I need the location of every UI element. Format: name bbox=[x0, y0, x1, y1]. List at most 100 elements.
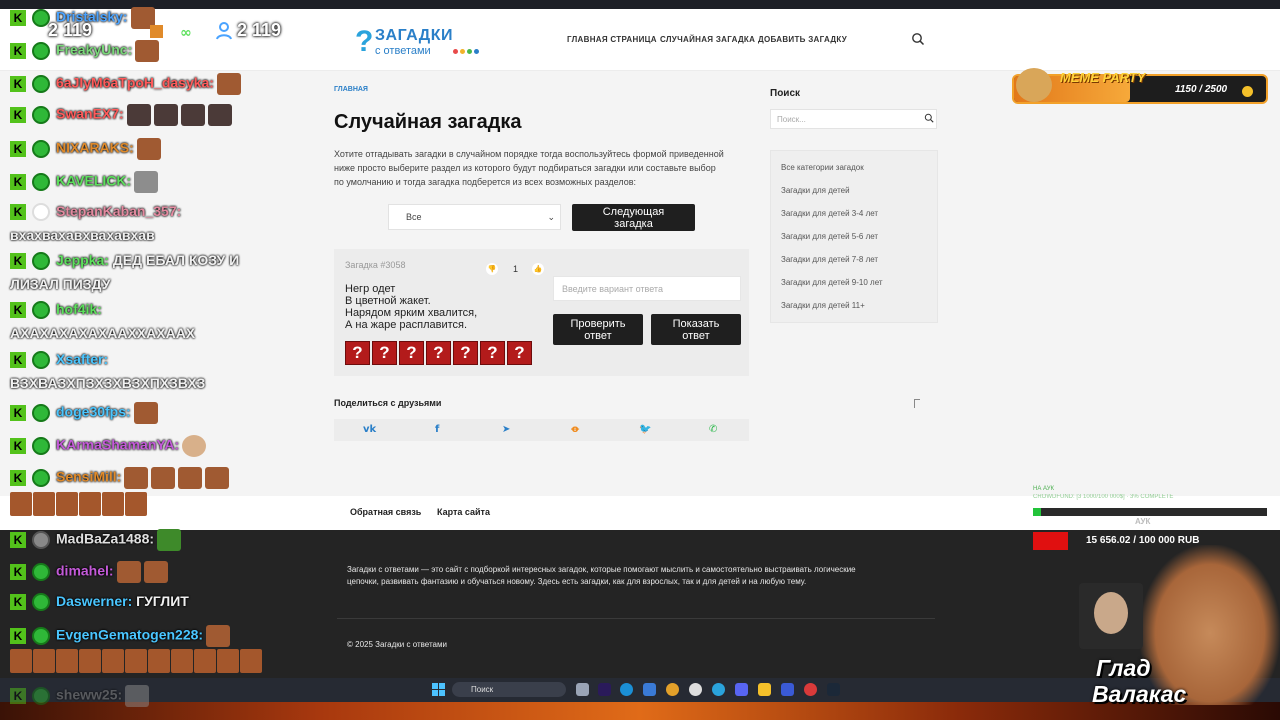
odnoklassniki-icon[interactable]: ꝋ bbox=[571, 424, 579, 435]
sidebar-item-kids-5-6[interactable]: Загадки для детей 5-6 лет bbox=[781, 232, 878, 241]
whatsapp-icon[interactable]: ✆ bbox=[709, 424, 717, 435]
chat-username[interactable]: hof4ik: bbox=[56, 301, 102, 317]
kick-badge-icon: K bbox=[10, 594, 26, 611]
chat-username[interactable]: KAVELICK: bbox=[56, 173, 131, 189]
emote-icon bbox=[102, 649, 124, 673]
sidebar-search-input[interactable]: Поиск... bbox=[770, 109, 937, 129]
task-view-icon[interactable] bbox=[576, 683, 589, 696]
intro-text: Хотите отгадывать загадки в случайном по… bbox=[334, 147, 752, 189]
avatar bbox=[32, 203, 50, 222]
chat-username[interactable]: MadBaZa1488: bbox=[56, 531, 154, 547]
chat-username[interactable]: Xsafter: bbox=[56, 351, 108, 367]
subscriber-badge-icon bbox=[32, 469, 50, 487]
chat-username[interactable]: NIXARAKS: bbox=[56, 140, 134, 156]
chat-username[interactable]: FreakyUnc: bbox=[56, 42, 132, 58]
show-answer-button-label: Показать bbox=[672, 317, 720, 330]
kick-badge-icon: K bbox=[10, 688, 26, 704]
infinity-icon: ∞ bbox=[180, 25, 192, 41]
hidden-letter: ? bbox=[345, 341, 370, 365]
twitter-icon[interactable]: 🐦 bbox=[639, 424, 651, 435]
emote-icon bbox=[216, 73, 241, 95]
chevron-down-icon: ⌄ bbox=[547, 213, 555, 223]
vk-icon[interactable]: vk bbox=[363, 424, 376, 435]
footer-description-line: Загадки с ответами — это сайт с подборко… bbox=[347, 565, 856, 574]
sidebar-item-kids-3-4[interactable]: Загадки для детей 3-4 лет bbox=[781, 209, 878, 218]
chat-username[interactable]: Daswerner: bbox=[56, 593, 132, 609]
obs-icon[interactable] bbox=[689, 683, 702, 696]
discord-icon[interactable] bbox=[735, 683, 748, 696]
chat-username[interactable]: StepanKaban_357: bbox=[56, 203, 181, 219]
show-answer-button[interactable]: Показать ответ bbox=[651, 314, 741, 345]
donation-red-block bbox=[1033, 532, 1068, 550]
footer-link-sitemap[interactable]: Карта сайта bbox=[437, 507, 490, 517]
sidebar-item-kids-11[interactable]: Загадки для детей 11+ bbox=[781, 301, 865, 310]
windows-start-icon[interactable] bbox=[432, 683, 445, 696]
emote-icon bbox=[151, 467, 176, 489]
premiere-icon[interactable] bbox=[598, 683, 611, 696]
thumbs-down-icon[interactable]: 👎 bbox=[486, 263, 498, 275]
emote-icon bbox=[194, 649, 216, 673]
chat-message: K Daswerner: ГУГЛИТ bbox=[10, 593, 189, 612]
category-select-value: Все bbox=[406, 212, 422, 222]
app-icon[interactable] bbox=[804, 683, 817, 696]
media-player-icon[interactable] bbox=[781, 683, 794, 696]
chat-message: K StepanKaban_357: bbox=[10, 203, 181, 222]
chat-username[interactable]: sheww25: bbox=[56, 687, 122, 703]
riddle-text-line: Негр одет bbox=[345, 283, 396, 295]
emote-icon bbox=[180, 104, 205, 126]
nav-add-riddle[interactable]: ДОБАВИТЬ ЗАГАДКУ bbox=[758, 35, 847, 44]
chrome-icon[interactable] bbox=[666, 683, 679, 696]
channel-name: Валакас bbox=[1092, 681, 1187, 707]
next-riddle-button[interactable]: Следующая загадка bbox=[572, 204, 695, 231]
subscriber-badge-icon bbox=[32, 627, 50, 645]
next-riddle-button-label: Следующая bbox=[602, 205, 665, 218]
footer-link-feedback[interactable]: Обратная связь bbox=[350, 507, 421, 517]
taskbar-search[interactable]: Поиск bbox=[452, 682, 566, 697]
emote-icon bbox=[126, 104, 151, 126]
answer-input[interactable]: Введите вариант ответа bbox=[553, 276, 741, 301]
search-icon[interactable] bbox=[911, 32, 925, 46]
chat-username[interactable]: 6aJIyM6aTpoH_dasyka: bbox=[56, 75, 214, 91]
sidebar-item-kids-7-8[interactable]: Загадки для детей 7-8 лет bbox=[781, 255, 878, 264]
nav-home[interactable]: ГЛАВНАЯ СТРАНИЦА bbox=[567, 35, 657, 44]
telegram-icon[interactable]: ➤ bbox=[502, 424, 510, 435]
thumbs-up-icon[interactable]: 👍 bbox=[532, 263, 544, 275]
emote-icon bbox=[79, 492, 101, 516]
chat-username[interactable]: dimahel: bbox=[56, 563, 114, 579]
sidebar-item-kids-9-10[interactable]: Загадки для детей 9-10 лет bbox=[781, 278, 883, 287]
chat-message: K EvgenGematogen228: bbox=[10, 625, 231, 647]
telegram-app-icon[interactable] bbox=[712, 683, 725, 696]
subscriber-badge-icon bbox=[32, 437, 50, 455]
edge-icon[interactable] bbox=[620, 683, 633, 696]
chat-username[interactable]: doge30fps: bbox=[56, 404, 131, 420]
chat-username[interactable]: SensiMill: bbox=[56, 469, 121, 485]
riddle-number[interactable]: Загадка #3058 bbox=[345, 260, 405, 270]
hidden-letter: ? bbox=[507, 341, 532, 365]
chat-message: Kdoge30fps: bbox=[10, 402, 158, 424]
mouse-cursor-icon bbox=[914, 399, 920, 408]
donation-progress-bar bbox=[1033, 508, 1267, 516]
chat-username[interactable]: EvgenGematogen228: bbox=[56, 627, 203, 643]
chat-username[interactable]: KArmaShamanYA: bbox=[56, 437, 179, 453]
search-icon[interactable] bbox=[924, 113, 934, 123]
nav-random-riddle[interactable]: СЛУЧАЙНАЯ ЗАГАДКА bbox=[660, 35, 755, 44]
category-select[interactable]: Все ⌄ bbox=[388, 204, 561, 230]
facebook-icon[interactable]: f bbox=[435, 424, 439, 435]
steam-icon[interactable] bbox=[827, 683, 840, 696]
emote-icon bbox=[125, 492, 147, 516]
logo-question-mark: ? bbox=[355, 25, 374, 58]
emote-icon bbox=[217, 649, 239, 673]
store-icon[interactable] bbox=[643, 683, 656, 696]
folder-icon[interactable] bbox=[758, 683, 771, 696]
intro-line: Хотите отгадывать загадки в случайном по… bbox=[334, 149, 724, 159]
check-answer-button[interactable]: Проверить ответ bbox=[553, 314, 643, 345]
breadcrumb[interactable]: ГЛАВНАЯ bbox=[334, 86, 368, 93]
kick-badge-icon: K bbox=[10, 564, 26, 580]
sidebar-item-kids[interactable]: Загадки для детей bbox=[781, 186, 850, 195]
chat-username[interactable]: Jeppka: bbox=[56, 252, 109, 268]
subscriber-badge-icon bbox=[32, 252, 50, 271]
browser-tab-strip[interactable] bbox=[0, 0, 1280, 9]
sidebar-item-all[interactable]: Все категории загадок bbox=[781, 163, 864, 172]
site-logo[interactable]: ? ЗАГАДКИ с ответами bbox=[355, 25, 480, 61]
chat-username[interactable]: SwanEX7: bbox=[56, 106, 124, 122]
